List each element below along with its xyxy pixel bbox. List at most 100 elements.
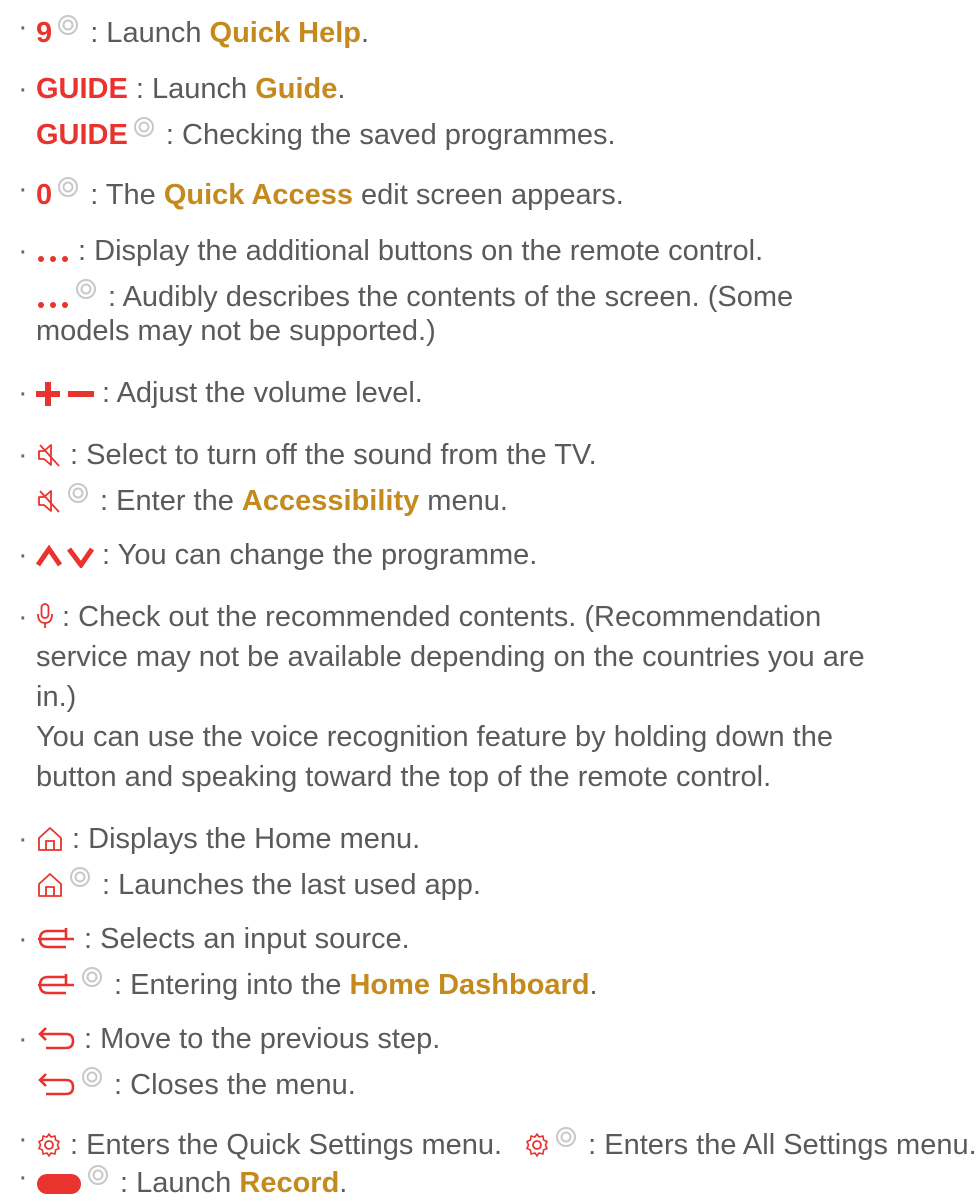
line: : Selects an input source. xyxy=(36,920,410,958)
line: : Enter the Accessibility menu. xyxy=(36,476,508,520)
text: in.) xyxy=(36,681,77,713)
channel-up-down-icon xyxy=(36,544,94,568)
long-press-icon xyxy=(81,1060,103,1098)
bullet: · xyxy=(18,377,28,409)
mute-icon xyxy=(36,442,62,468)
line: : Display the additional buttons on the … xyxy=(36,232,763,270)
text: : Selects an input source. xyxy=(76,923,410,955)
key-label: GUIDE xyxy=(36,73,128,105)
text: : Enter the xyxy=(92,485,242,517)
long-press-icon xyxy=(67,476,89,514)
text: menu. xyxy=(419,485,508,517)
text: : Closes the menu. xyxy=(106,1069,356,1101)
menu-name: Quick Access xyxy=(163,179,353,211)
line: in.) xyxy=(36,678,76,716)
menu-name: Quick Help xyxy=(209,17,362,49)
line: : Select to turn off the sound from the … xyxy=(36,436,597,474)
bullet: · xyxy=(18,1023,28,1055)
mute-icon xyxy=(36,488,62,514)
line: models may not be supported.) xyxy=(36,312,436,350)
bullet: · xyxy=(18,1161,28,1193)
long-press-icon xyxy=(87,1158,109,1196)
long-press-icon xyxy=(133,110,155,148)
text: models may not be supported.) xyxy=(36,315,436,347)
line: : Check out the recommended contents. (R… xyxy=(36,598,821,636)
long-press-icon xyxy=(57,8,79,46)
settings-gear-icon xyxy=(36,1132,62,1158)
line: : You can change the programme. xyxy=(36,536,537,574)
bullet: · xyxy=(18,823,28,855)
text: : Adjust the volume level. xyxy=(94,377,423,409)
text: : Move to the previous step. xyxy=(76,1023,441,1055)
key-label: GUIDE xyxy=(36,119,128,151)
text: . xyxy=(337,73,346,105)
bullet: · xyxy=(18,1123,28,1155)
volume-plus-minus-icon xyxy=(36,382,94,406)
text: You can use the voice recognition featur… xyxy=(36,721,833,753)
text: . xyxy=(589,969,598,1001)
text: : Enters the All Settings menu. xyxy=(580,1129,977,1161)
bullet: · xyxy=(18,73,28,105)
line: 0 : The Quick Access edit screen appears… xyxy=(36,170,624,214)
line: : Entering into the Home Dashboard. xyxy=(36,960,598,1004)
text: : Launch xyxy=(112,1167,240,1199)
line: : Launch Record. xyxy=(36,1158,347,1202)
text: : Display the additional buttons on the … xyxy=(70,235,764,267)
line: : Move to the previous step. xyxy=(36,1020,440,1058)
text: : Checking the saved programmes. xyxy=(157,119,616,151)
long-press-icon xyxy=(75,272,97,310)
microphone-icon xyxy=(36,602,54,630)
text: service may not be available depending o… xyxy=(36,641,865,673)
text: button and speaking toward the top of th… xyxy=(36,761,772,793)
long-press-icon xyxy=(81,960,103,998)
bullet: · xyxy=(18,923,28,955)
line: : Adjust the volume level. xyxy=(36,374,423,412)
home-icon xyxy=(36,872,64,898)
text: . xyxy=(339,1167,348,1199)
line: : Closes the menu. xyxy=(36,1060,356,1104)
text: : Launch xyxy=(127,73,256,105)
line: 9 : Launch Quick Help. xyxy=(36,8,369,52)
back-arrow-icon xyxy=(36,1072,76,1098)
long-press-icon xyxy=(57,170,79,208)
text: edit screen appears. xyxy=(352,179,624,211)
text: . xyxy=(361,17,370,49)
long-press-icon xyxy=(555,1120,577,1158)
text: : The xyxy=(82,179,164,211)
menu-name: Record xyxy=(239,1167,340,1199)
record-icon xyxy=(36,1172,82,1196)
text: : Displays the Home menu. xyxy=(64,823,421,855)
long-press-icon xyxy=(69,860,91,898)
line: service may not be available depending o… xyxy=(36,638,865,676)
text: : Check out the recommended contents. (R… xyxy=(54,601,822,633)
text: : Audibly describes the contents of the … xyxy=(100,281,794,313)
bullet: · xyxy=(18,11,28,43)
menu-name: Guide xyxy=(255,73,338,105)
text: : You can change the programme. xyxy=(94,539,538,571)
line: GUIDE : Checking the saved programmes. xyxy=(36,110,616,154)
bullet: · xyxy=(18,539,28,571)
input-source-icon xyxy=(36,926,76,952)
settings-gear-icon xyxy=(524,1132,550,1158)
text: : Launch xyxy=(82,17,210,49)
line: button and speaking toward the top of th… xyxy=(36,758,771,796)
text: : Entering into the xyxy=(106,969,350,1001)
line: : Audibly describes the contents of the … xyxy=(36,272,793,316)
input-source-icon xyxy=(36,972,76,998)
bullet: · xyxy=(18,439,28,471)
back-arrow-icon xyxy=(36,1026,76,1052)
key-label: 0 xyxy=(36,179,53,211)
bullet: · xyxy=(18,173,28,205)
bullet: · xyxy=(18,235,28,267)
menu-name: Accessibility xyxy=(241,485,420,517)
text: : Select to turn off the sound from the … xyxy=(62,439,597,471)
line: : Launches the last used app. xyxy=(36,860,481,904)
key-label: 9 xyxy=(36,17,53,49)
line: : Displays the Home menu. xyxy=(36,820,420,858)
menu-name: Home Dashboard xyxy=(349,969,590,1001)
more-dots-icon xyxy=(36,254,70,264)
home-icon xyxy=(36,826,64,852)
text: : Launches the last used app. xyxy=(94,869,481,901)
line: You can use the voice recognition featur… xyxy=(36,718,833,756)
line: GUIDE : Launch Guide. xyxy=(36,70,345,108)
